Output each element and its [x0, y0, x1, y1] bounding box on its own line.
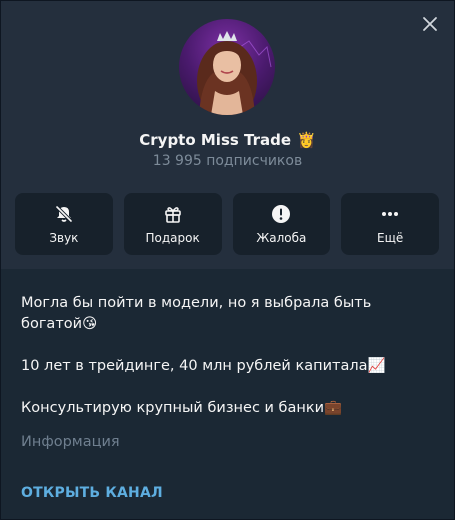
bell-muted-icon [53, 203, 75, 225]
sound-button[interactable]: Звук [15, 193, 113, 255]
action-bar: Звук Подарок Жалоба Ещё [15, 193, 439, 255]
more-icon [379, 203, 401, 225]
description-line: богатой😘 [21, 314, 431, 335]
description-text-4: Консультирую крупный бизнес и банки [21, 400, 325, 416]
description-text-3: 10 лет в трейдинге, 40 млн рублей капита… [21, 358, 368, 374]
description-text-1: Могла бы пойти в модели, но я выбрала бы… [21, 295, 372, 311]
description-line: 10 лет в трейдинге, 40 млн рублей капита… [21, 356, 431, 377]
subscriber-count: 13 995 подписчиков [152, 153, 303, 169]
gift-icon [162, 203, 184, 225]
channel-header: Crypto Miss Trade 👸 13 995 подписчиков З… [1, 1, 454, 269]
info-label: Информация [21, 434, 120, 450]
description-line: Консультирую крупный бизнес и банки💼 [21, 398, 431, 419]
close-icon [423, 17, 437, 31]
sound-label: Звук [49, 231, 79, 245]
channel-description: Могла бы пойти в модели, но я выбрала бы… [21, 293, 431, 419]
report-button[interactable]: Жалоба [232, 193, 331, 255]
gift-button[interactable]: Подарок [123, 193, 222, 255]
open-channel-button[interactable]: ОТКРЫТЬ КАНАЛ [21, 485, 163, 501]
more-button[interactable]: Ещё [341, 193, 439, 255]
briefcase-emoji: 💼 [324, 400, 343, 416]
channel-title-row: Crypto Miss Trade 👸 [1, 129, 454, 151]
princess-emoji: 👸 [297, 131, 316, 149]
more-label: Ещё [376, 231, 404, 245]
description-text-2: богатой [21, 316, 83, 332]
chart-up-emoji: 📈 [367, 358, 386, 374]
gift-label: Подарок [145, 231, 200, 245]
channel-name: Crypto Miss Trade [139, 131, 292, 149]
kiss-emoji: 😘 [82, 316, 98, 332]
description-line: Могла бы пойти в модели, но я выбрала бы… [21, 293, 431, 314]
report-icon [270, 203, 292, 225]
close-button[interactable] [417, 11, 443, 37]
channel-info-window: Crypto Miss Trade 👸 13 995 подписчиков З… [0, 0, 455, 520]
channel-avatar [179, 19, 275, 115]
report-label: Жалоба [256, 231, 307, 245]
